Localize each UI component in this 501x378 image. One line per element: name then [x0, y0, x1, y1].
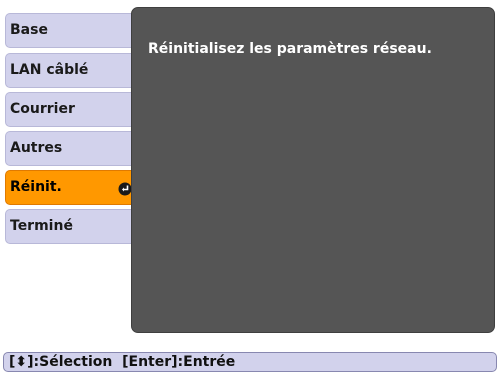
content-panel: Réinitialisez les paramètres réseau. — [131, 7, 495, 333]
menu-item-label: Courrier — [10, 101, 75, 117]
status-bar: [⬍]:Sélection [Enter]:Entrée — [3, 352, 497, 372]
menu-item-base[interactable]: Base — [5, 13, 139, 48]
key-hint: [⬍]:Sélection [Enter]:Entrée — [9, 354, 236, 370]
menu-item-lan-cable[interactable]: LAN câblé — [5, 53, 139, 88]
menu-item-label: Réinit. — [10, 179, 62, 195]
menu-item-label: Terminé — [10, 218, 73, 234]
menu-item-label: Base — [10, 22, 48, 38]
menu-item-courrier[interactable]: Courrier — [5, 92, 139, 127]
menu-item-label: LAN câblé — [10, 62, 89, 78]
menu-item-label: Autres — [10, 140, 63, 156]
enter-icon — [118, 182, 132, 196]
panel-message: Réinitialisez les paramètres réseau. — [148, 41, 432, 57]
menu-item-autres[interactable]: Autres — [5, 131, 139, 166]
menu-item-termine[interactable]: Terminé — [5, 209, 139, 244]
menu-item-reinit[interactable]: Réinit. — [5, 170, 139, 205]
